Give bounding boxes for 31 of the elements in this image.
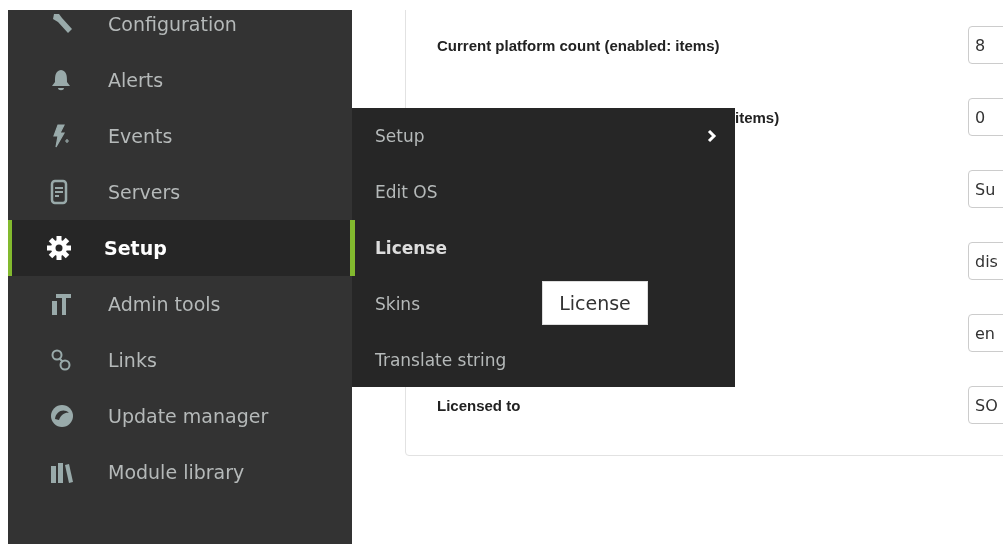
tooltip: License bbox=[542, 281, 648, 325]
sidebar-item[interactable]: Alerts bbox=[8, 52, 352, 108]
lightning-icon bbox=[50, 124, 72, 148]
sidebar-item[interactable]: Configuration bbox=[8, 10, 352, 52]
sidebar-item[interactable]: Setup bbox=[8, 220, 352, 276]
field-label: items) bbox=[735, 108, 780, 126]
field-label: Licensed to bbox=[437, 396, 521, 414]
sidebar-item[interactable]: Events bbox=[8, 108, 352, 164]
input-field[interactable]: 8 bbox=[968, 26, 1003, 64]
sidebar-item[interactable]: Links bbox=[8, 332, 352, 388]
submenu-item[interactable]: Skins bbox=[350, 276, 420, 332]
submenu-item[interactable]: Setup bbox=[350, 108, 425, 164]
sidebar-item[interactable]: Admin tools bbox=[8, 276, 352, 332]
input-field[interactable]: dis bbox=[968, 242, 1003, 280]
hammer-icon bbox=[50, 292, 72, 316]
books-icon bbox=[50, 460, 74, 484]
submenu-item[interactable]: Translate string bbox=[350, 332, 507, 388]
input-field[interactable]: 0 bbox=[968, 98, 1003, 136]
sidebar-item[interactable]: Servers bbox=[8, 164, 352, 220]
document-icon bbox=[50, 179, 68, 205]
submenu-item[interactable]: License bbox=[350, 220, 448, 276]
link-icon bbox=[50, 348, 72, 372]
field-label: Current platform count (enabled: items) bbox=[437, 36, 720, 54]
input-field[interactable]: Su bbox=[968, 170, 1003, 208]
input-field[interactable]: en bbox=[968, 314, 1003, 352]
sidebar-item[interactable]: Update manager bbox=[8, 388, 352, 444]
bell-icon bbox=[50, 68, 72, 92]
circle-logo-icon bbox=[50, 404, 74, 428]
input-field[interactable]: SO bbox=[968, 386, 1003, 424]
sidebar-item[interactable]: Module library bbox=[8, 444, 352, 500]
submenu-item[interactable]: Edit OS bbox=[350, 164, 438, 220]
